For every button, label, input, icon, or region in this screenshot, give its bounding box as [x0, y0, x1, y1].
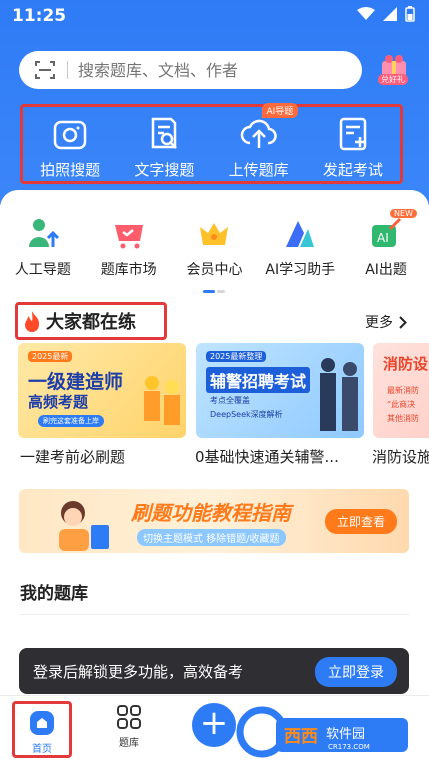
quick-action-label: 文字搜题 — [134, 161, 195, 179]
quick-action-start-exam[interactable]: 发起考试 — [306, 107, 400, 181]
banner-title[interactable]: 一建考前必刷题 — [20, 446, 125, 467]
tab-bank-label: 题库 — [119, 738, 139, 749]
person-upload-icon — [28, 219, 59, 247]
more-label: 更多 — [365, 315, 393, 331]
login-button[interactable]: 立即登录 — [315, 657, 397, 687]
tab-home[interactable]: 首页 — [12, 701, 72, 758]
new-badge: NEW — [390, 209, 417, 218]
quick-action-upload-bank[interactable]: AI导题 上传题库 — [212, 103, 306, 181]
tool-label: 人工导题 — [14, 262, 71, 278]
tool-label: 会员中心 — [186, 262, 243, 278]
watermark-logo: 西西 软件园 CR173.COM — [236, 706, 408, 758]
search-input[interactable] — [78, 60, 328, 80]
banner-headline: 辅警招聘考试 — [206, 367, 311, 393]
banner-headline: 消防设 — [383, 355, 429, 373]
status-icons — [357, 6, 415, 22]
tool-member-center[interactable]: 会员中心 — [172, 205, 258, 283]
tutorial-sub-1: 切换主题模式 — [143, 534, 203, 545]
tutorial-subtitle: 切换主题模式 移除错题/收藏题 — [137, 529, 286, 546]
watermark-brand: 西西 — [284, 727, 318, 747]
exam-add-icon — [339, 117, 367, 151]
toast-text: 登录后解锁更多功能，高效备考 — [33, 663, 244, 681]
search-divider — [67, 61, 68, 79]
watermark-text: 软件园 — [326, 727, 365, 742]
banner-tag: 2025最新 — [28, 351, 73, 362]
quick-action-label: 上传题库 — [228, 161, 289, 179]
quick-action-label: 拍照搜题 — [40, 161, 101, 179]
tutorial-banner[interactable]: 刷题功能教程指南 切换主题模式 移除错题/收藏题 立即查看 — [19, 489, 409, 553]
tool-manual-import[interactable]: 人工导题 — [0, 205, 86, 283]
tab-home-label: 首页 — [32, 744, 52, 755]
banner-bullet: 最新消防 — [387, 386, 419, 395]
indicator-active — [203, 290, 215, 293]
add-button[interactable]: + — [192, 703, 236, 747]
my-bank-title: 我的题库 — [20, 584, 88, 604]
signal-icon — [383, 7, 397, 21]
quick-action-text-search[interactable]: 文字搜题 — [117, 107, 211, 181]
tutorial-view-button[interactable]: 立即查看 — [324, 509, 397, 534]
tool-label: AI出题 — [365, 262, 407, 278]
tool-label: AI学习助手 — [265, 262, 336, 278]
ai-question-icon: AI — [372, 217, 402, 247]
banner-pill: 刷完这套准备上岸 — [38, 415, 104, 427]
more-link[interactable]: 更多 — [365, 312, 407, 332]
home-icon — [30, 711, 54, 735]
banner-title[interactable]: 0基础快速通关辅警... — [195, 446, 339, 467]
ai-assistant-icon — [286, 221, 315, 247]
section-title: 大家都在练 — [15, 302, 167, 340]
banner-bullet: 其他消防 — [387, 414, 419, 423]
banner-bullet: 考点全覆盖 — [210, 396, 250, 405]
ai-import-badge: AI导题 — [261, 103, 299, 118]
quick-actions: 拍照搜题 文字搜题 AI导题 上传题库 发起考试 — [20, 103, 403, 184]
search-bar[interactable] — [19, 51, 362, 89]
camera-icon — [53, 120, 87, 150]
divider — [20, 614, 409, 615]
banner-subheadline: 高频考题 — [28, 393, 89, 411]
chevron-right-icon — [399, 315, 407, 329]
grid-icon — [117, 705, 141, 729]
scan-icon[interactable] — [33, 58, 57, 82]
banner-tag: 2025最新整理 — [206, 351, 267, 362]
workers-illustration — [144, 376, 180, 425]
gift-label[interactable]: 兑好礼 — [378, 74, 408, 85]
section-title-text: 大家都在练 — [46, 312, 136, 333]
banner-title[interactable]: 消防设施 — [372, 446, 429, 467]
page-indicator — [203, 290, 225, 293]
banner-fire[interactable]: 消防设 最新消防 “此商决 其他消防 — [373, 343, 429, 438]
tutorial-title: 刷题功能教程指南 — [131, 501, 291, 525]
tutorial-sub-2: 移除错题/收藏题 — [206, 534, 280, 545]
tool-ai-assistant[interactable]: AI学习助手 — [257, 205, 343, 283]
tool-grid: 人工导题 题库市场 会员中心 AI学习助手 NEW AI AI出题 — [0, 205, 429, 283]
tool-bank-market[interactable]: 题库市场 — [86, 205, 172, 283]
cloud-upload-icon — [240, 119, 277, 148]
tool-ai-question[interactable]: NEW AI AI出题 — [343, 205, 429, 283]
cart-icon — [114, 225, 143, 249]
officers-illustration — [320, 358, 358, 431]
svg-text:AI: AI — [377, 231, 389, 245]
quick-action-photo-search[interactable]: 拍照搜题 — [23, 107, 117, 181]
banner-construction[interactable]: 2025最新 一级建造师 高频考题 刷完这套准备上岸 — [18, 343, 186, 438]
crown-icon — [200, 223, 229, 245]
banner-bullet: “此商决 — [387, 400, 416, 409]
banner-bullet: DeepSeek深度解析 — [210, 410, 283, 419]
battery-icon — [405, 6, 415, 22]
student-illustration — [59, 501, 109, 551]
login-toast: 登录后解锁更多功能，高效备考 立即登录 — [19, 648, 409, 694]
indicator-inactive — [217, 290, 225, 293]
quick-action-label: 发起考试 — [322, 161, 383, 179]
wifi-icon — [357, 7, 375, 20]
banner-police[interactable]: 2025最新整理 辅警招聘考试 考点全覆盖 DeepSeek深度解析 — [196, 343, 364, 438]
document-search-icon — [152, 117, 178, 149]
tool-label: 题库市场 — [100, 262, 157, 278]
practice-carousel: 2025最新 一级建造师 高频考题 刷完这套准备上岸 一建考前必刷题 2025最… — [18, 343, 429, 473]
tab-question-bank[interactable]: 题库 — [104, 704, 154, 749]
status-time: 11:25 — [12, 6, 67, 26]
banner-headline: 一级建造师 — [28, 371, 124, 393]
status-bar: 11:25 — [0, 0, 429, 34]
watermark-url: CR173.COM — [328, 743, 370, 751]
fire-icon — [25, 311, 40, 332]
